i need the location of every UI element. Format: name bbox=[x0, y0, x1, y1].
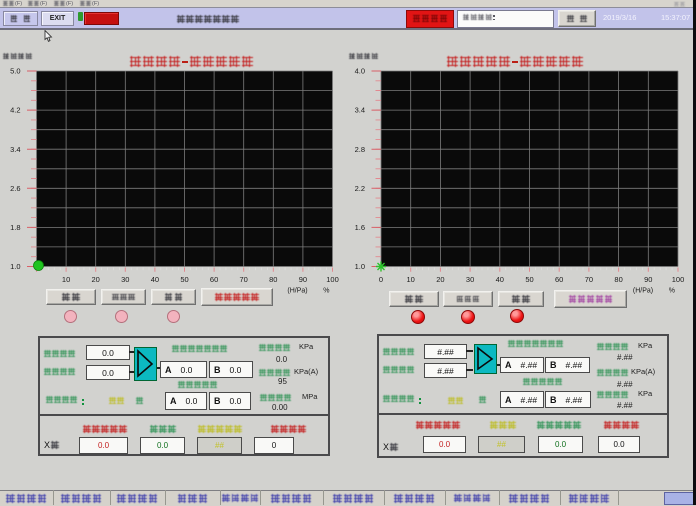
svg-text:%: % bbox=[323, 288, 329, 295]
svg-text:0: 0 bbox=[379, 275, 383, 284]
svg-text:(H/Pa): (H/Pa) bbox=[633, 288, 653, 295]
svg-text:70: 70 bbox=[585, 275, 593, 284]
svg-text:30: 30 bbox=[466, 275, 474, 284]
svg-text:60: 60 bbox=[555, 275, 563, 284]
svg-text:4.0: 4.0 bbox=[355, 67, 365, 76]
svg-text:1.0: 1.0 bbox=[355, 262, 365, 271]
svg-text:1.0: 1.0 bbox=[10, 262, 20, 271]
svg-text:2.2: 2.2 bbox=[355, 184, 365, 193]
svg-text:80: 80 bbox=[614, 275, 622, 284]
svg-text:30: 30 bbox=[121, 275, 129, 284]
svg-text:90: 90 bbox=[644, 275, 652, 284]
svg-text:40: 40 bbox=[496, 275, 504, 284]
svg-text:1.8: 1.8 bbox=[10, 223, 20, 232]
svg-text:1.6: 1.6 bbox=[355, 223, 365, 232]
svg-text:40: 40 bbox=[151, 275, 159, 284]
svg-text:10: 10 bbox=[62, 275, 70, 284]
svg-text:5.0: 5.0 bbox=[10, 67, 20, 76]
svg-text:70: 70 bbox=[240, 275, 248, 284]
svg-text:20: 20 bbox=[92, 275, 100, 284]
svg-text:80: 80 bbox=[269, 275, 277, 284]
svg-text:%: % bbox=[669, 288, 675, 295]
svg-text:60: 60 bbox=[210, 275, 218, 284]
svg-text:20: 20 bbox=[436, 275, 444, 284]
svg-text:50: 50 bbox=[525, 275, 533, 284]
svg-text:4.2: 4.2 bbox=[10, 106, 20, 115]
svg-text:3.4: 3.4 bbox=[10, 145, 20, 154]
svg-text:2.8: 2.8 bbox=[355, 145, 365, 154]
svg-text:10: 10 bbox=[407, 275, 415, 284]
svg-text:90: 90 bbox=[299, 275, 307, 284]
svg-text:3.4: 3.4 bbox=[355, 106, 365, 115]
svg-text:(H/Pa): (H/Pa) bbox=[287, 288, 307, 295]
svg-text:50: 50 bbox=[180, 275, 188, 284]
svg-text:100: 100 bbox=[326, 275, 339, 284]
svg-text:100: 100 bbox=[672, 275, 685, 284]
svg-text:2.6: 2.6 bbox=[10, 184, 20, 193]
